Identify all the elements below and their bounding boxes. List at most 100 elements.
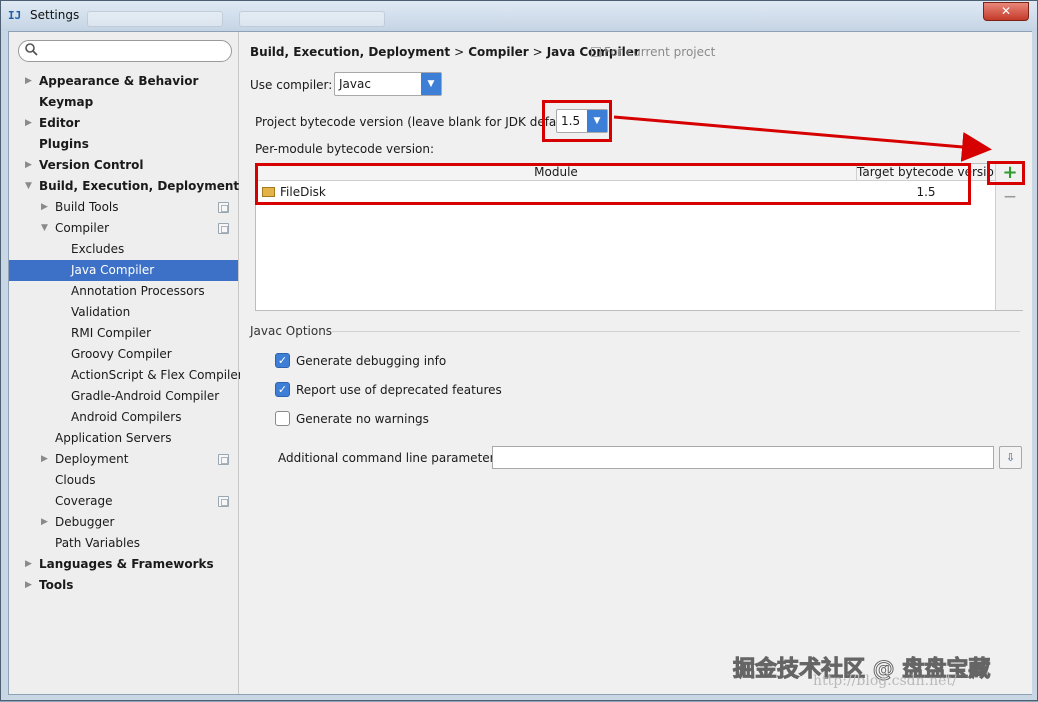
close-button[interactable]: ✕: [983, 2, 1029, 21]
chevron-right-icon[interactable]: ▶: [41, 512, 48, 533]
chevron-right-icon[interactable]: ▶: [25, 575, 32, 596]
sidebar-item-label: Deployment: [55, 452, 129, 466]
sidebar-item[interactable]: ▶ Deployment: [9, 449, 238, 470]
chevron-down-icon[interactable]: ▼: [25, 176, 32, 197]
sidebar-item-label: Java Compiler: [71, 263, 155, 277]
sidebar-item[interactable]: Android Compilers: [9, 407, 238, 428]
window-title: Settings: [30, 8, 80, 22]
chevron-down-icon: ▼: [421, 73, 441, 95]
sidebar-item[interactable]: Clouds: [9, 470, 238, 491]
sidebar-item-label: Debugger: [55, 515, 115, 529]
no-warnings-checkbox[interactable]: [275, 411, 290, 426]
sidebar-item-label: Annotation Processors: [71, 284, 205, 298]
sidebar-item[interactable]: Java Compiler: [9, 260, 238, 281]
sidebar-item[interactable]: ▶ Languages & Frameworks: [9, 554, 238, 575]
search-icon: [24, 42, 38, 60]
sidebar-item-label: ActionScript & Flex Compiler: [71, 368, 243, 382]
sidebar-item-label: Plugins: [39, 137, 89, 151]
chevron-right-icon[interactable]: ▶: [25, 113, 32, 134]
sidebar-item-label: Groovy Compiler: [71, 347, 172, 361]
sidebar-item[interactable]: Groovy Compiler: [9, 344, 238, 365]
sidebar-item[interactable]: ▶ Version Control: [9, 155, 238, 176]
sidebar-item[interactable]: ActionScript & Flex Compiler: [9, 365, 243, 386]
breadcrumb: Build, Execution, Deployment > Compiler > Ja…: [250, 45, 640, 59]
expand-editor-icon[interactable]: ⇩: [999, 446, 1022, 469]
sidebar-item-label: Tools: [39, 578, 74, 592]
remove-icon[interactable]: —: [1000, 186, 1020, 206]
chevron-right-icon[interactable]: ▶: [25, 155, 32, 176]
sidebar-item[interactable]: Coverage: [9, 491, 238, 512]
sidebar-item[interactable]: Application Servers: [9, 428, 238, 449]
chevron-right-icon[interactable]: ▶: [41, 449, 48, 470]
settings-window: IJ Settings ✕ ▶ Appearance & Behavior Keym…: [0, 0, 1038, 701]
sidebar-item-label: Appearance & Behavior: [39, 74, 199, 88]
sidebar-item-label: RMI Compiler: [71, 326, 152, 340]
debug-info-checkbox[interactable]: ✓: [275, 353, 290, 368]
dialog-body: ▶ Appearance & Behavior Keymap ▶ Editor Plugi…: [8, 31, 1032, 695]
sidebar-item[interactable]: ▼ Compiler: [9, 218, 238, 239]
sidebar-item[interactable]: ▶ Build Tools: [9, 197, 238, 218]
sidebar-item[interactable]: Plugins: [9, 134, 238, 155]
chevron-right-icon[interactable]: ▶: [41, 197, 48, 218]
sidebar-item[interactable]: Keymap: [9, 92, 238, 113]
sidebar-item-label: Gradle-Android Compiler: [71, 389, 220, 403]
sidebar-item-label: Editor: [39, 116, 80, 130]
title-bar[interactable]: IJ Settings ✕: [1, 1, 1037, 31]
sidebar-item[interactable]: ▶ Appearance & Behavior: [9, 71, 238, 92]
sidebar-item-label: Path Variables: [55, 536, 141, 550]
sidebar-item-label: Languages & Frameworks: [39, 557, 214, 571]
no-warnings-label[interactable]: Generate no warnings: [296, 412, 429, 426]
deprecated-checkbox[interactable]: ✓: [275, 382, 290, 397]
sidebar-item-label: Application Servers: [55, 431, 172, 445]
background-tab: [239, 11, 385, 27]
chevron-right-icon[interactable]: ▶: [25, 554, 32, 575]
breadcrumb-separator: >: [454, 45, 465, 59]
sidebar-item[interactable]: Annotation Processors: [9, 281, 238, 302]
per-module-label: Per-module bytecode version:: [255, 142, 435, 156]
use-compiler-label: Use compiler:: [250, 78, 333, 92]
debug-info-label[interactable]: Generate debugging info: [296, 354, 446, 368]
project-scope-icon: [218, 496, 229, 507]
sidebar-item-label: Compiler: [55, 221, 110, 235]
for-current-project-label: For current project: [604, 45, 716, 59]
chevron-right-icon[interactable]: ▶: [25, 71, 32, 92]
intellij-idea-icon: IJ: [8, 9, 22, 22]
javac-options-title: Javac Options: [250, 324, 333, 338]
sidebar-item[interactable]: Gradle-Android Compiler: [9, 386, 238, 407]
sidebar-item-label: Excludes: [71, 242, 125, 256]
breadcrumb-separator: >: [532, 45, 543, 59]
background-tab: [87, 11, 223, 27]
table-toolbar: + —: [995, 163, 1023, 310]
project-scope-icon: [591, 47, 601, 57]
annotation-box-bytecode: [542, 100, 612, 142]
project-scope-icon: [218, 454, 229, 465]
sidebar-item[interactable]: ▶ Editor: [9, 113, 238, 134]
sidebar-item-label: Android Compilers: [71, 410, 182, 424]
sidebar-item[interactable]: ▼ Build, Execution, Deployment: [9, 176, 240, 197]
sidebar-item-label: Keymap: [39, 95, 94, 109]
sidebar-item[interactable]: ▶ Debugger: [9, 512, 238, 533]
deprecated-label[interactable]: Report use of deprecated features: [296, 383, 502, 397]
for-current-project-note: For current project: [591, 45, 715, 59]
bytecode-version-label: Project bytecode version (leave blank fo…: [255, 115, 581, 129]
additional-params-input[interactable]: [492, 446, 994, 469]
sidebar-item[interactable]: RMI Compiler: [9, 323, 238, 344]
annotation-box-module-row: [255, 163, 971, 205]
project-scope-icon: [218, 223, 229, 234]
breadcrumb-item: Compiler: [468, 45, 529, 59]
sidebar-item-label: Coverage: [55, 494, 113, 508]
sidebar-item-label: Version Control: [39, 158, 144, 172]
annotation-box-add: [987, 161, 1025, 185]
sidebar-item[interactable]: Excludes: [9, 239, 238, 260]
sidebar-item-label: Build, Execution, Deployment: [39, 179, 240, 193]
sidebar-item[interactable]: ▶ Tools: [9, 575, 238, 596]
settings-sidebar: ▶ Appearance & Behavior Keymap ▶ Editor Plugi…: [9, 32, 243, 694]
watermark-url: http://blog.csdn.net/: [813, 673, 957, 689]
sidebar-item[interactable]: Path Variables: [9, 533, 238, 554]
use-compiler-select[interactable]: Javac ▼: [334, 72, 442, 96]
sidebar-item-label: Build Tools: [55, 200, 119, 214]
search-field[interactable]: [18, 40, 232, 62]
breadcrumb-item: Build, Execution, Deployment: [250, 45, 451, 59]
chevron-down-icon[interactable]: ▼: [41, 218, 48, 239]
sidebar-item[interactable]: Validation: [9, 302, 238, 323]
